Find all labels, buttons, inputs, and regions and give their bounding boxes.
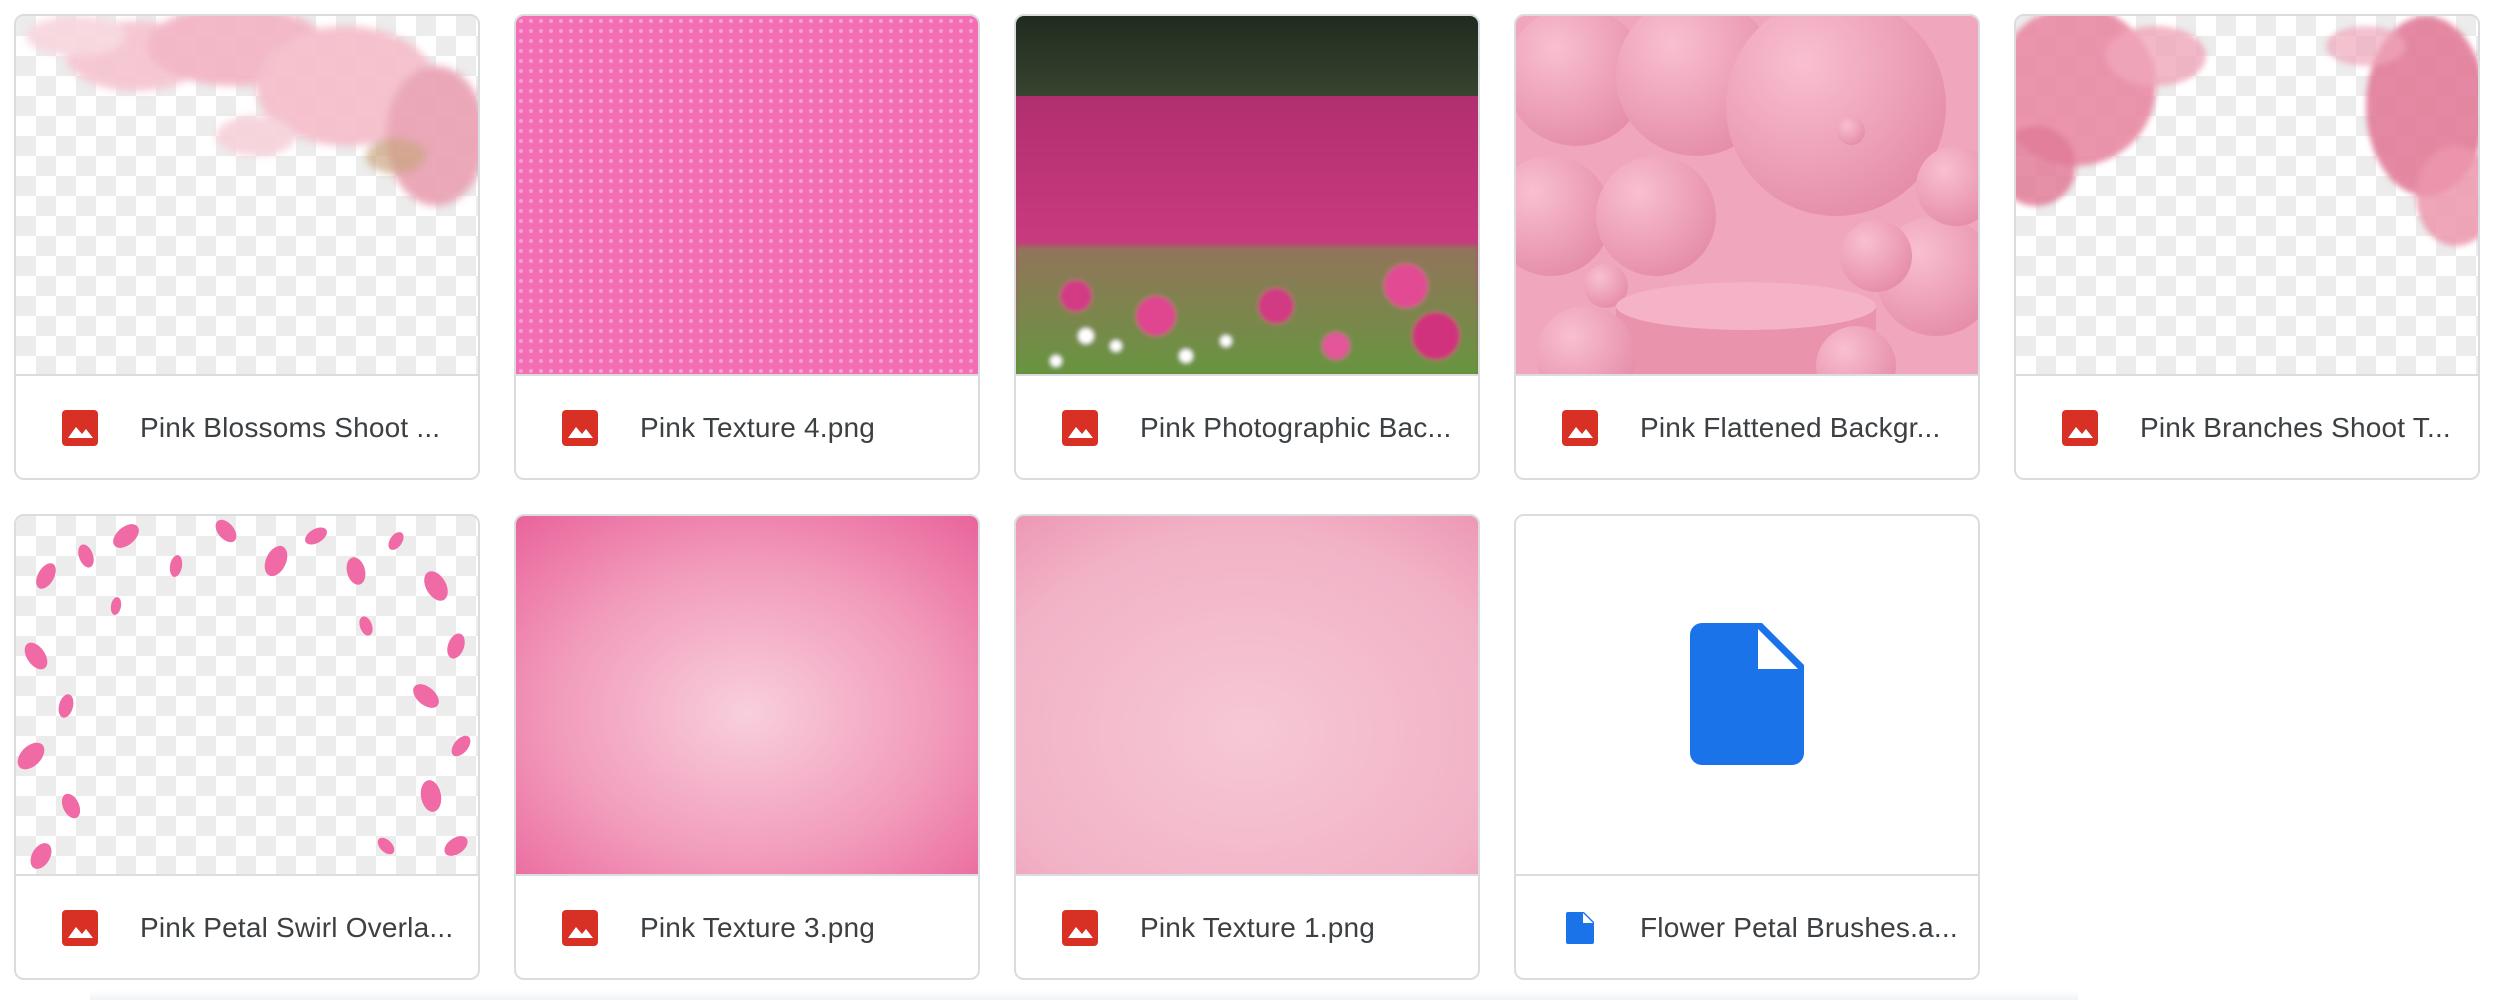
file-grid: Pink Blossoms Shoot ... Pink Texture 4.p… [0,0,2498,1000]
scroll-shadow [90,990,2078,1000]
generic-file-icon [1560,908,1600,948]
file-name: Flower Petal Brushes.a... [1640,912,1958,943]
image-file-icon [2060,408,2100,448]
file-name: Pink Texture 1.png [1140,912,1376,943]
thumbnail-pink-blossoms [16,16,478,374]
file-card-footer: Pink Branches Shoot T... [2016,374,2478,478]
file-card-footer: Pink Flattened Backgr... [1516,374,1978,478]
file-card-pink-petal-swirl[interactable]: Pink Petal Swirl Overla... [14,514,480,980]
file-name: Pink Blossoms Shoot ... [140,412,441,443]
file-card-footer: Pink Texture 4.png [516,374,978,478]
file-card-footer: Flower Petal Brushes.a... [1516,874,1978,978]
file-card-pink-blossoms[interactable]: Pink Blossoms Shoot ... [14,14,480,480]
file-card-flower-petal-brushes[interactable]: Flower Petal Brushes.a... [1514,514,1980,980]
thumbnail-pink-texture-1 [1016,516,1478,874]
file-card-pink-photographic[interactable]: Pink Photographic Bac... [1014,14,1480,480]
file-name: Pink Flattened Backgr... [1640,412,1941,443]
thumbnail-pink-flattened [1516,16,1978,374]
image-file-icon [560,908,600,948]
file-name: Pink Photographic Bac... [1140,412,1452,443]
file-card-footer: Pink Photographic Bac... [1016,374,1478,478]
thumbnail-pink-petal-swirl [16,516,478,874]
image-file-icon [1060,908,1100,948]
thumbnail-pink-branches [2016,16,2478,374]
file-card-pink-flattened[interactable]: Pink Flattened Backgr... [1514,14,1980,480]
thumbnail-flower-petal-brushes [1516,516,1978,874]
file-card-footer: Pink Texture 3.png [516,874,978,978]
thumbnail-pink-photographic [1016,16,1478,374]
file-card-footer: Pink Blossoms Shoot ... [16,374,478,478]
file-card-pink-texture-4[interactable]: Pink Texture 4.png [514,14,980,480]
file-name: Pink Petal Swirl Overla... [140,912,454,943]
file-name: Pink Texture 4.png [640,412,876,443]
image-file-icon [60,908,100,948]
file-card-pink-branches[interactable]: Pink Branches Shoot T... [2014,14,2480,480]
file-name: Pink Texture 3.png [640,912,876,943]
thumbnail-pink-texture-4 [516,16,978,374]
image-file-icon [1060,408,1100,448]
file-card-footer: Pink Texture 1.png [1016,874,1478,978]
file-card-pink-texture-1[interactable]: Pink Texture 1.png [1014,514,1480,980]
image-file-icon [560,408,600,448]
image-file-icon [60,408,100,448]
file-card-pink-texture-3[interactable]: Pink Texture 3.png [514,514,980,980]
image-file-icon [1560,408,1600,448]
file-name: Pink Branches Shoot T... [2140,412,2451,443]
thumbnail-pink-texture-3 [516,516,978,874]
file-card-footer: Pink Petal Swirl Overla... [16,874,478,978]
document-icon [1690,623,1804,765]
